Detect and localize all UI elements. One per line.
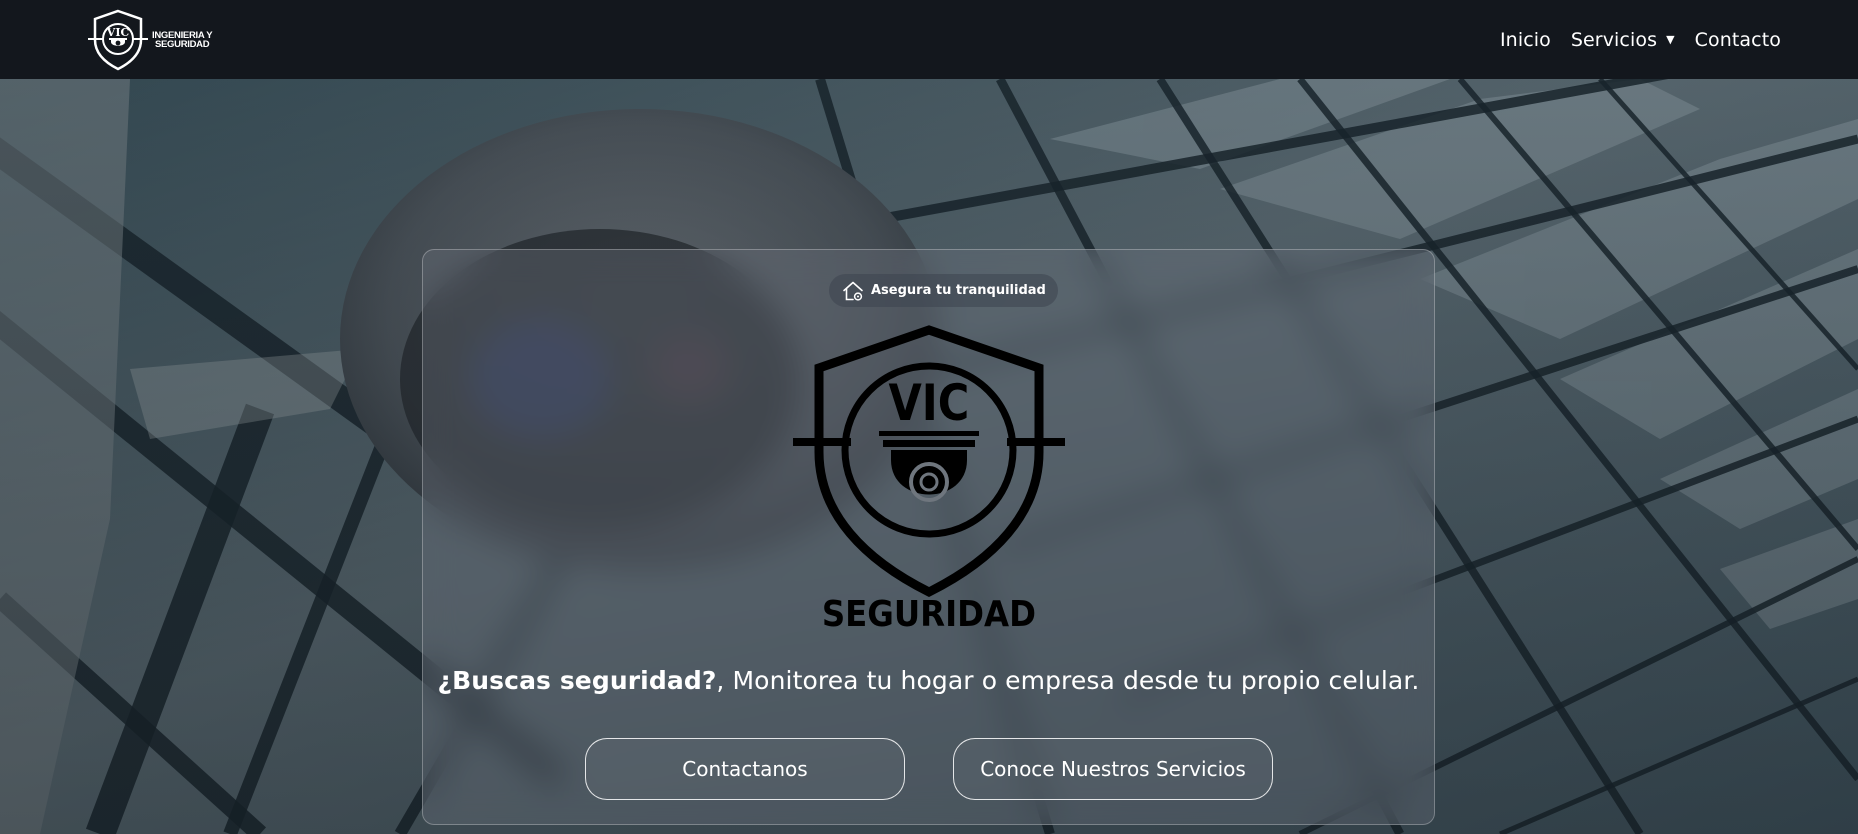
tagline-badge-label: Asegura tu tranquilidad	[871, 283, 1046, 298]
home-lock-icon	[843, 281, 863, 301]
main-logo-text: VIC	[888, 374, 969, 432]
brand-link[interactable]: VIC INGENIERIA Y SEGURIDAD	[86, 8, 213, 72]
nav-link-contacto[interactable]: Contacto	[1695, 29, 1781, 51]
main-logo-subtitle: SEGURIDAD	[822, 593, 1036, 634]
caret-down-icon: ▼	[1666, 33, 1675, 46]
tagline-badge: Asegura tu tranquilidad	[829, 274, 1058, 307]
hero-tagline: ¿Buscas seguridad?, Monitorea tu hogar o…	[423, 666, 1434, 695]
nav-link-servicios[interactable]: Servicios ▼	[1571, 29, 1675, 51]
nav-link-servicios-label: Servicios	[1570, 28, 1658, 51]
brand-name: INGENIERIA Y SEGURIDAD	[152, 31, 213, 50]
top-navbar: VIC INGENIERIA Y SEGURIDAD Inicio Servic…	[0, 0, 1858, 79]
services-button[interactable]: Conoce Nuestros Servicios	[953, 738, 1273, 800]
brand-line-2: SEGURIDAD	[154, 39, 210, 50]
main-nav: Inicio Servicios ▼ Contacto	[1500, 0, 1781, 79]
nav-link-inicio[interactable]: Inicio	[1500, 29, 1551, 51]
nav-link-inicio-label: Inicio	[1499, 28, 1551, 51]
brand-logo-text: VIC	[106, 26, 130, 39]
vic-seguridad-logo: VIC SEGURIDAD	[793, 325, 1065, 634]
tagline-bold: ¿Buscas seguridad?	[437, 666, 717, 695]
tagline-rest: , Monitorea tu hogar o empresa desde tu …	[716, 666, 1420, 695]
hero-card: Asegura tu tranquilidad VIC SEGURIDAD ¿B…	[422, 249, 1435, 825]
vic-logo-icon: VIC	[88, 9, 148, 71]
nav-link-contacto-label: Contacto	[1694, 28, 1781, 51]
hero-section: Asegura tu tranquilidad VIC SEGURIDAD ¿B…	[0, 79, 1858, 834]
contact-button[interactable]: Contactanos	[585, 738, 905, 800]
